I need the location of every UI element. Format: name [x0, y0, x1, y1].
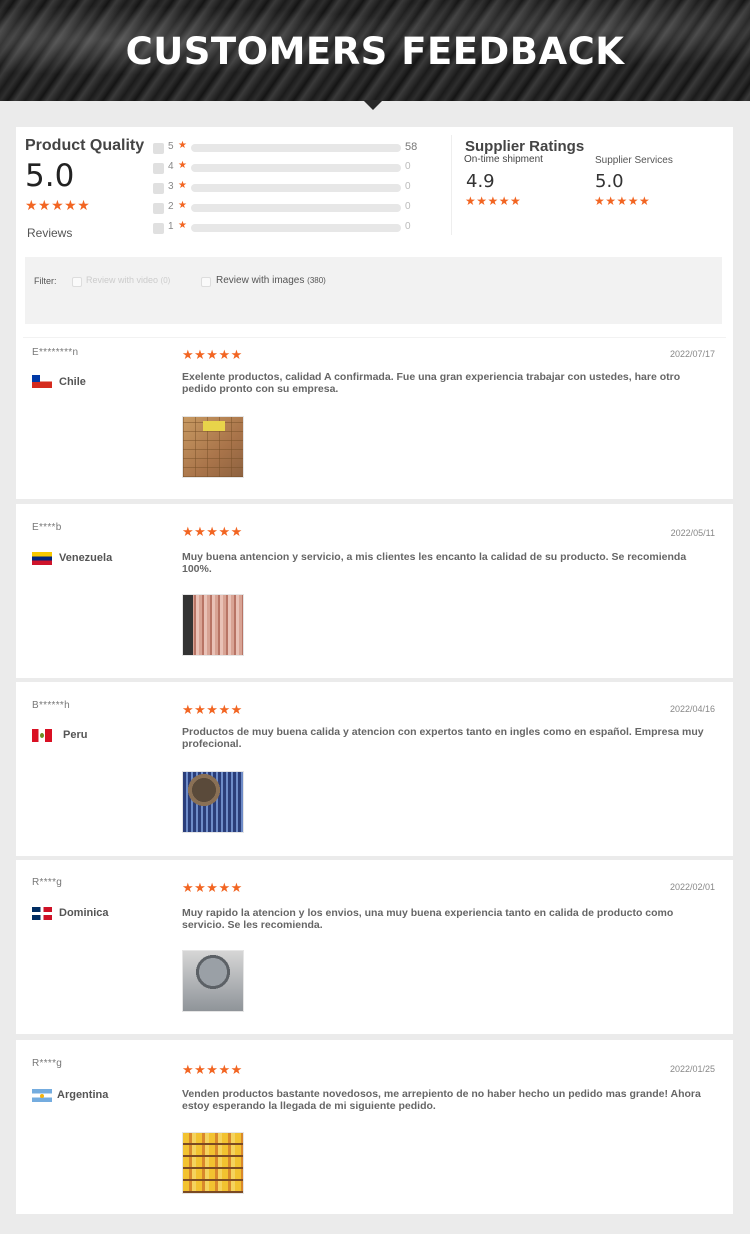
review-stars: ★★★★★	[182, 1062, 243, 1077]
review-stars: ★★★★★	[182, 524, 243, 539]
review-text: Exelente productos, calidad A confirmada…	[182, 371, 681, 395]
review-photo[interactable]	[182, 594, 244, 656]
review-photo[interactable]	[182, 416, 244, 478]
reviewer-name: R****g	[32, 1058, 63, 1069]
banner-title: CUSTOMERS FEEDBACK	[125, 30, 625, 73]
review-text: Venden productos bastante novedosos, me …	[182, 1088, 701, 1112]
review-date: 2022/02/01	[669, 882, 715, 892]
reviewer-country: Venezuela	[59, 552, 113, 564]
review-photo[interactable]	[182, 950, 244, 1012]
reviewer-country: Peru	[63, 729, 88, 741]
dominica-flag-icon	[32, 907, 52, 920]
review-card: B******h Peru ★★★★★ 2022/04/16 Productos…	[16, 682, 733, 856]
review-date: 2022/07/17	[669, 349, 715, 359]
review-card: E****b Venezuela ★★★★★ 2022/05/11 Muy bu…	[16, 504, 733, 678]
review-text: Productos de muy buena calida y atencion…	[182, 726, 704, 750]
review-card: R****g Argentina ★★★★★ 2022/01/25 Venden…	[16, 1040, 733, 1214]
review-card: R****g Dominica ★★★★★ 2022/02/01 Muy rap…	[16, 860, 733, 1034]
peru-flag-icon	[32, 729, 52, 742]
feedback-banner: CUSTOMERS FEEDBACK	[0, 0, 750, 101]
review-photo[interactable]	[182, 1132, 244, 1194]
review-stars: ★★★★★	[182, 880, 243, 895]
review-date: 2022/04/16	[669, 704, 715, 714]
review-text: Muy rapido la atencion y los envios, una…	[182, 907, 674, 931]
review-date: 2022/05/11	[670, 528, 715, 538]
review-stars: ★★★★★	[182, 347, 243, 362]
reviewer-name: E********n	[32, 347, 79, 358]
chile-flag-icon	[32, 375, 52, 388]
reviewer-country: Dominica	[59, 907, 109, 919]
reviewer-country: Chile	[59, 376, 86, 388]
reviewer-name: B******h	[32, 700, 70, 711]
argentina-flag-icon	[32, 1089, 52, 1102]
banner-pointer-icon	[363, 100, 383, 110]
review-date: 2022/01/25	[669, 1064, 715, 1074]
review-photo[interactable]	[182, 771, 244, 833]
reviewer-country: Argentina	[57, 1089, 109, 1101]
rating-summary-card: Product Quality 5.0 ★★★★★ Reviews 5 ★ 58…	[16, 127, 733, 499]
review-item: E********n Chile ★★★★★ 2022/07/17 Exelen…	[16, 127, 733, 499]
review-divider	[23, 337, 726, 338]
review-stars: ★★★★★	[182, 702, 243, 717]
reviewer-name: R****g	[32, 877, 63, 888]
reviewer-name: E****b	[32, 522, 62, 533]
review-text: Muy buena antencion y servicio, a mis cl…	[182, 551, 687, 575]
venezuela-flag-icon	[32, 552, 52, 565]
